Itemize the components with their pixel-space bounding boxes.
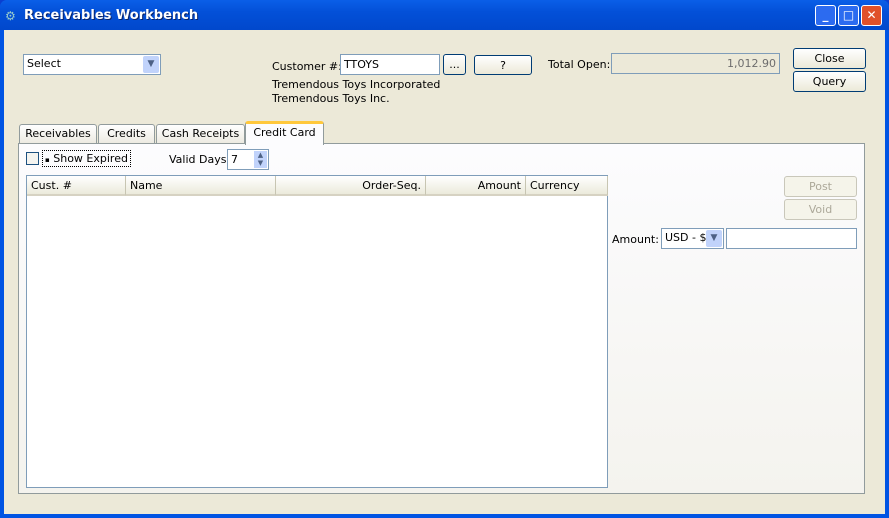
show-expired-text: Show Expired <box>53 152 128 165</box>
amount-label: Amount: <box>612 233 659 246</box>
window-title: Receivables Workbench <box>24 8 199 23</box>
credit-card-table[interactable]: Cust. # Name Order-Seq. Amount Currency <box>26 175 608 488</box>
valid-days-label: Valid Days: <box>169 153 231 166</box>
selector-combo[interactable]: Select ▼ <box>23 54 161 75</box>
customer-name-1: Tremendous Toys Incorporated <box>272 78 441 91</box>
show-expired-label[interactable]: ▪ Show Expired <box>42 150 131 167</box>
query-button[interactable]: Query <box>793 71 866 92</box>
currency-value: USD - $ <box>665 231 707 244</box>
spinner-arrows-icon[interactable]: ▲ ▼ <box>254 151 267 168</box>
selector-value: Select <box>27 57 61 70</box>
column-header-currency[interactable]: Currency <box>526 176 608 196</box>
amount-input[interactable] <box>726 228 857 249</box>
column-header-cust[interactable]: Cust. # <box>27 176 126 196</box>
customer-label: Customer #: <box>272 60 342 73</box>
column-header-amount[interactable]: Amount <box>426 176 526 196</box>
show-expired-checkbox[interactable] <box>26 152 39 165</box>
help-button[interactable]: ? <box>474 55 532 75</box>
tab-cash-receipts[interactable]: Cash Receipts <box>156 124 245 144</box>
valid-days-spinner[interactable]: 7 ▲ ▼ <box>227 149 269 170</box>
chevron-down-icon[interactable]: ▼ <box>706 230 722 247</box>
app-icon: ⚙ <box>5 9 16 23</box>
customer-name-2: Tremendous Toys Inc. <box>272 92 390 105</box>
window: ⚙ Receivables Workbench _ □ ✕ Select ▼ Cu… <box>0 0 889 518</box>
total-open-label: Total Open: <box>548 58 611 71</box>
column-header-name[interactable]: Name <box>126 176 276 196</box>
column-header-order-seq[interactable]: Order-Seq. <box>276 176 426 196</box>
credit-card-panel: ▪ Show Expired Valid Days: 7 ▲ ▼ Cust. # N… <box>18 143 865 494</box>
valid-days-value: 7 <box>231 153 238 166</box>
tab-receivables[interactable]: Receivables <box>19 124 97 144</box>
currency-combo[interactable]: USD - $ ▼ <box>661 228 724 249</box>
minimize-button[interactable]: _ <box>815 5 836 26</box>
tab-credit-card[interactable]: Credit Card <box>245 121 324 145</box>
customer-lookup-button[interactable]: ... <box>443 54 466 75</box>
total-open-field: 1,012.90 <box>611 53 780 74</box>
close-window-button[interactable]: ✕ <box>861 5 882 26</box>
post-button[interactable]: Post <box>784 176 857 197</box>
tab-credits[interactable]: Credits <box>98 124 155 144</box>
title-bar: ⚙ Receivables Workbench _ □ ✕ <box>0 0 889 30</box>
customer-input[interactable]: TTOYS <box>340 54 440 75</box>
void-button[interactable]: Void <box>784 199 857 220</box>
close-button[interactable]: Close <box>793 48 866 69</box>
chevron-down-icon[interactable]: ▼ <box>143 56 159 73</box>
maximize-button[interactable]: □ <box>838 5 859 26</box>
client-area: Select ▼ Customer #: TTOYS ... ? Tremendo… <box>4 30 885 514</box>
